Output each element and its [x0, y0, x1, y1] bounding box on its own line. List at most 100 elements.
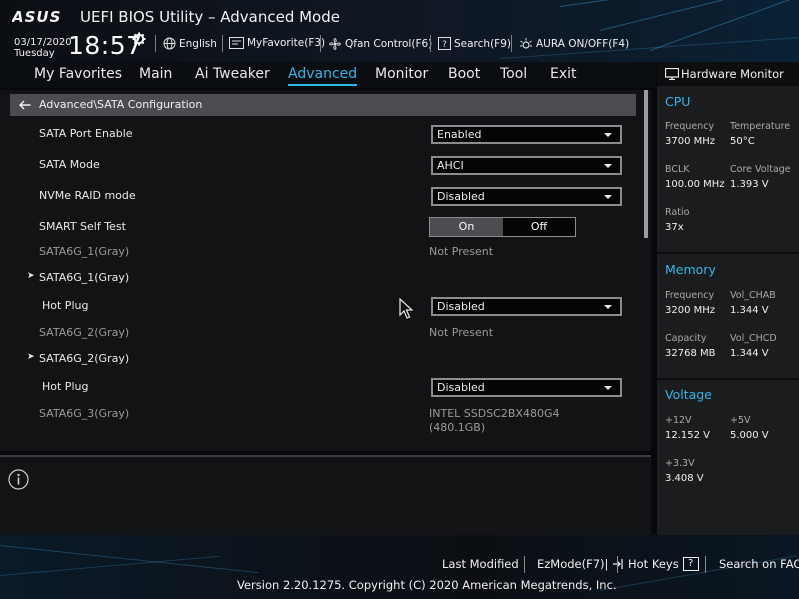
breadcrumb-bar: Advanced\SATA Configuration [10, 94, 636, 116]
dropdown-arrow-icon [604, 164, 612, 168]
hot-plug-2-label: Hot Plug [42, 380, 89, 393]
header-divider [222, 35, 223, 52]
sata6g-1-submenu[interactable]: ➤ SATA6G_1(Gray) [27, 271, 130, 284]
back-arrow-icon[interactable] [19, 100, 31, 110]
gear-icon[interactable] [132, 32, 146, 46]
search-button[interactable]: ? Search(F9) [438, 37, 511, 50]
memory-frequency-value: 3200 MHz [665, 305, 716, 316]
nvme-raid-mode-label: NVMe RAID mode [39, 189, 136, 202]
sata6g-2-submenu[interactable]: ➤ SATA6G_2(Gray) [27, 352, 130, 365]
tab-boot[interactable]: Boot [448, 66, 480, 82]
myfavorite-label: MyFavorite(F3) [247, 37, 326, 49]
cpu-ratio-label: Ratio [665, 207, 690, 218]
tab-ai-tweaker[interactable]: Ai Tweaker [195, 66, 270, 82]
sata-port-enable-value: Enabled [437, 128, 482, 141]
toggle-on-option[interactable]: On [430, 218, 503, 236]
voltage-3v3-label: +3.3V [665, 458, 695, 469]
sata6g-2-status: Not Present [429, 326, 494, 339]
ezmode-label: EzMode(F7)| [537, 557, 609, 571]
qfan-control-label: Qfan Control(F6) [345, 38, 433, 50]
tab-main[interactable]: Main [139, 66, 172, 82]
mouse-cursor-icon [399, 298, 413, 319]
memory-vol-chab-value: 1.344 V [730, 305, 769, 316]
cpu-core-voltage-label: Core Voltage [730, 164, 791, 175]
hot-plug-1-label: Hot Plug [42, 299, 89, 312]
tab-tool[interactable]: Tool [500, 66, 527, 82]
help-panel [0, 455, 651, 535]
nvme-raid-mode-select[interactable]: Disabled [431, 187, 622, 206]
search-help-icon: ? [438, 37, 451, 50]
section-divider [657, 378, 799, 380]
header-divider [320, 35, 321, 52]
myfavorite-button[interactable]: MyFavorite(F3) [229, 37, 325, 49]
sata6g-1-submenu-label: SATA6G_1(Gray) [39, 271, 130, 284]
voltage-3v3-value: 3.408 V [665, 473, 704, 484]
sata-mode-select[interactable]: AHCI [431, 156, 622, 175]
hot-plug-2-select[interactable]: Disabled [431, 378, 622, 397]
toggle-off-option[interactable]: Off [503, 218, 575, 236]
sata-mode-value: AHCI [437, 159, 464, 172]
cpu-bclk-label: BCLK [665, 164, 690, 175]
cpu-frequency-label: Frequency [665, 121, 715, 132]
sata6g-3-info-label: SATA6G_3(Gray) [39, 407, 130, 420]
asus-logo-icon: ASUS [12, 9, 61, 25]
tab-monitor[interactable]: Monitor [375, 66, 428, 82]
aura-toggle-button[interactable]: AURA ON/OFF(F4) [519, 37, 629, 51]
voltage-heading: Voltage [665, 387, 712, 402]
aura-icon [520, 38, 532, 49]
voltage-5v-label: +5V [730, 415, 751, 426]
sata-port-enable-select[interactable]: Enabled [431, 125, 622, 144]
ezmode-button[interactable]: EzMode(F7)| [537, 557, 624, 571]
memory-capacity-label: Capacity [665, 333, 707, 344]
header-divider [511, 35, 512, 52]
dropdown-arrow-icon [604, 133, 612, 137]
tab-exit[interactable]: Exit [550, 66, 577, 82]
memory-capacity-value: 32768 MB [665, 348, 716, 359]
breadcrumb: Advanced\SATA Configuration [39, 98, 203, 111]
hot-plug-1-select[interactable]: Disabled [431, 297, 622, 316]
footer-divider [705, 556, 706, 573]
submenu-arrow-icon: ➤ [27, 271, 35, 281]
aura-label: AURA ON/OFF(F4) [536, 38, 630, 50]
settings-panel: Advanced\SATA Configuration SATA Port En… [0, 90, 651, 451]
weekday-display: Tuesday [14, 48, 55, 59]
search-label: Search(F9) [454, 37, 511, 50]
voltage-5v-value: 5.000 V [730, 430, 769, 441]
sata6g-1-status: Not Present [429, 245, 494, 258]
date-display: 03/17/2020 [14, 37, 72, 48]
question-mark-icon: ? [682, 557, 699, 571]
submenu-arrow-icon: ➤ [27, 352, 35, 362]
title-bar: ASUS UEFI BIOS Utility – Advanced Mode 0… [0, 0, 799, 62]
scrollbar[interactable] [644, 90, 648, 238]
dropdown-arrow-icon [604, 305, 612, 309]
sata6g-1-info-label: SATA6G_1(Gray) [39, 245, 130, 258]
memory-vol-chab-label: Vol_CHAB [730, 290, 776, 301]
hardware-monitor-panel: Hardware Monitor CPU Frequency Temperatu… [657, 62, 799, 535]
svg-text:ASUS: ASUS [12, 9, 61, 25]
hot-keys-button[interactable]: Hot Keys ? [628, 557, 699, 571]
section-divider [657, 252, 799, 254]
tab-advanced[interactable]: Advanced [288, 66, 358, 86]
last-modified-button[interactable]: Last Modified [442, 557, 519, 571]
copyright-text: Version 2.20.1275. Copyright (C) 2020 Am… [237, 578, 617, 592]
voltage-12v-value: 12.152 V [665, 430, 711, 441]
svg-text:?: ? [442, 40, 447, 50]
smart-self-test-toggle[interactable]: On Off [429, 217, 576, 237]
language-button[interactable]: English [163, 37, 217, 50]
tab-my-favorites[interactable]: My Favorites [34, 66, 122, 82]
sata6g-3-device: INTEL SSDSC2BX480G4 [429, 407, 560, 420]
sata6g-2-submenu-label: SATA6G_2(Gray) [39, 352, 130, 365]
monitor-icon [665, 68, 679, 80]
memory-frequency-label: Frequency [665, 290, 715, 301]
language-label: English [179, 37, 217, 50]
info-icon [8, 469, 29, 490]
search-faq-button[interactable]: Search on FAQ [719, 557, 799, 571]
main-menu: My Favorites Main Ai Tweaker Advanced Mo… [0, 62, 656, 88]
sata-mode-label: SATA Mode [39, 158, 100, 171]
footer-divider [617, 556, 618, 573]
voltage-12v-label: +12V [665, 415, 692, 426]
header-divider [430, 35, 431, 52]
qfan-control-button[interactable]: Qfan Control(F6) [328, 37, 432, 51]
cpu-frequency-value: 3700 MHz [665, 136, 716, 147]
dropdown-arrow-icon [604, 195, 612, 199]
